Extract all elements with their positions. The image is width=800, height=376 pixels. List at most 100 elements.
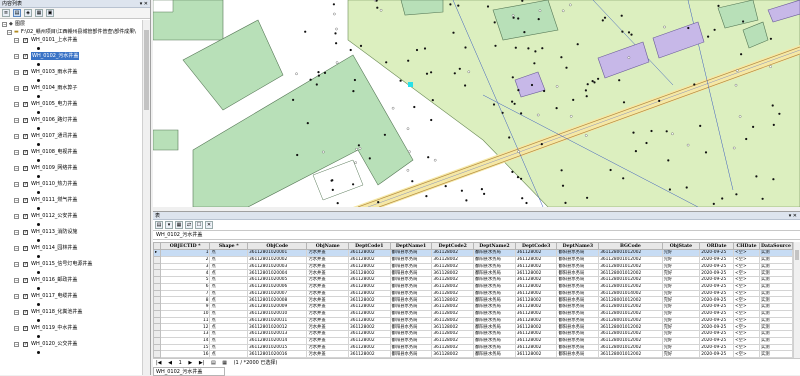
manhole-point[interactable] — [630, 33, 633, 36]
manhole-point[interactable] — [425, 195, 428, 198]
layer-row[interactable]: − ✓ WH_0108_电视井盖 — [0, 148, 143, 156]
manhole-point[interactable] — [536, 113, 540, 117]
manhole-point[interactable] — [376, 6, 379, 9]
layer-name[interactable]: WH_0116_邮政井盖 — [31, 276, 77, 284]
manhole-point[interactable] — [734, 83, 738, 87]
manhole-point[interactable] — [352, 90, 355, 93]
manhole-point[interactable] — [399, 79, 402, 82]
column-header[interactable]: ObjCode — [246, 242, 308, 250]
manhole-point[interactable] — [663, 25, 666, 29]
related-tables-icon[interactable]: ▾ — [165, 221, 173, 229]
manhole-point[interactable] — [621, 30, 624, 33]
layer-row[interactable]: − ✓ WH_0103_雨水井盖 — [0, 68, 143, 76]
table-row[interactable]: 6 点 36112801020006 污水井盖 361128002 鄱阳县水务局 36112… — [153, 282, 793, 291]
manhole-point[interactable] — [467, 70, 471, 74]
layer-visibility-checkbox[interactable]: ✓ — [23, 197, 28, 203]
manhole-point[interactable] — [408, 150, 411, 153]
layer-name[interactable]: WH_0109_网络井盖 — [31, 164, 77, 172]
manhole-point[interactable] — [492, 103, 496, 106]
layer-name[interactable]: WH_0110_热力井盖 — [31, 180, 77, 188]
expand-icon[interactable]: − — [14, 309, 19, 315]
manhole-point[interactable] — [543, 89, 546, 93]
manhole-point[interactable] — [772, 178, 775, 181]
manhole-point[interactable] — [576, 43, 579, 46]
manhole-point[interactable] — [769, 37, 773, 40]
table-row[interactable]: 7 点 36112801020007 污水井盖 361128002 鄱阳县水务局 36112… — [153, 289, 793, 298]
manhole-point[interactable] — [501, 111, 504, 114]
manhole-point[interactable] — [560, 169, 563, 172]
manhole-point[interactable] — [742, 20, 745, 23]
row-selector[interactable]: ▸ — [153, 249, 161, 257]
manhole-point[interactable] — [585, 95, 588, 98]
manhole-point[interactable] — [406, 127, 410, 130]
manhole-point[interactable] — [321, 150, 325, 154]
manhole-point[interactable] — [533, 62, 536, 65]
row-selector[interactable] — [153, 255, 161, 264]
layer-name[interactable]: WH_0102_污水井盖 — [31, 52, 80, 60]
row-selector[interactable] — [153, 343, 161, 352]
last-record-button[interactable]: ▶| — [199, 360, 205, 366]
manhole-point[interactable] — [713, 28, 716, 31]
manhole-point[interactable] — [335, 61, 339, 64]
layer-visibility-checkbox[interactable]: ✓ — [23, 341, 28, 347]
layer-visibility-checkbox[interactable]: ✓ — [23, 85, 28, 91]
manhole-point[interactable] — [593, 81, 596, 84]
layer-name[interactable]: WH_0101_上水井盖 — [31, 36, 77, 44]
layer-row[interactable]: − ✓ WH_0109_网络井盖 — [0, 164, 143, 172]
clear-selection-icon[interactable]: ☐ — [195, 221, 203, 229]
manhole-point[interactable] — [359, 44, 363, 48]
expand-icon[interactable]: − — [14, 165, 19, 171]
table-options-icon[interactable]: ▤ — [155, 221, 163, 229]
expand-icon[interactable]: − — [14, 85, 19, 91]
manhole-point[interactable] — [335, 42, 338, 45]
table-row[interactable]: 15 点 36112801020015 污水井盖 361128002 鄱阳县水务局 3611… — [153, 343, 793, 352]
table-row[interactable]: 12 点 36112801020012 污水井盖 361128002 鄱阳县水务局 3611… — [153, 323, 793, 331]
map-view[interactable] — [153, 0, 800, 207]
toc-scrollbar[interactable] — [142, 20, 150, 375]
manhole-point[interactable] — [512, 16, 515, 19]
expand-icon[interactable]: − — [14, 181, 19, 187]
manhole-point[interactable] — [769, 65, 772, 68]
manhole-point[interactable] — [564, 201, 567, 204]
manhole-point[interactable] — [517, 17, 520, 20]
show-all-records-icon[interactable]: ▤ — [211, 360, 216, 366]
manhole-point[interactable] — [511, 76, 514, 79]
manhole-point[interactable] — [591, 80, 594, 83]
manhole-point[interactable] — [568, 3, 572, 7]
layer-visibility-checkbox[interactable]: ✓ — [23, 293, 28, 299]
manhole-point[interactable] — [354, 161, 357, 164]
manhole-point[interactable] — [752, 125, 755, 128]
layer-row[interactable]: − ✓ WH_0107_通讯井盖 — [0, 132, 143, 140]
layer-row[interactable]: − ✓ WH_0118_化粪池井盖 — [0, 308, 143, 316]
manhole-point[interactable] — [377, 201, 380, 204]
row-selector[interactable] — [153, 309, 161, 318]
expand-icon[interactable]: − — [14, 293, 19, 299]
manhole-point[interactable] — [584, 89, 587, 92]
table-row[interactable]: 13 点 36112801020013 污水井盖 361128002 鄱阳县水务局 3611… — [153, 330, 793, 338]
manhole-point[interactable] — [511, 100, 514, 103]
table-window-buttons[interactable]: ▾ ✕ — [789, 212, 797, 220]
manhole-point[interactable] — [517, 89, 520, 92]
manhole-point[interactable] — [622, 177, 625, 180]
manhole-point[interactable] — [483, 192, 486, 195]
manhole-point[interactable] — [572, 98, 575, 101]
manhole-point[interactable] — [292, 98, 295, 101]
manhole-point[interactable] — [738, 115, 742, 118]
manhole-point[interactable] — [309, 78, 312, 81]
manhole-point[interactable] — [650, 129, 653, 133]
table-row[interactable]: 16 点 36112801020016 污水井盖 361128002 鄱阳县水务局 3611… — [153, 350, 793, 358]
manhole-point[interactable] — [425, 72, 429, 75]
column-header[interactable]: ORDate — [699, 242, 735, 250]
table-row[interactable]: 14 点 36112801020014 污水井盖 361128002 鄱阳县水务局 3611… — [153, 336, 793, 345]
first-record-button[interactable]: |◀ — [156, 360, 162, 366]
next-record-button[interactable]: ▶ — [188, 360, 192, 366]
row-selector[interactable] — [153, 276, 161, 284]
table-scrollbar[interactable] — [793, 242, 800, 358]
layer-name[interactable]: WH_0113_消防设施 — [31, 228, 77, 236]
layer-name[interactable]: WH_0107_通讯井盖 — [31, 132, 77, 140]
manhole-point[interactable] — [561, 184, 565, 187]
manhole-point[interactable] — [295, 72, 298, 76]
manhole-point[interactable] — [317, 74, 320, 77]
table-row[interactable]: 2 点 36112801020002 污水井盖 361128002 鄱阳县水务局 36112… — [153, 255, 793, 264]
manhole-point[interactable] — [306, 122, 309, 125]
